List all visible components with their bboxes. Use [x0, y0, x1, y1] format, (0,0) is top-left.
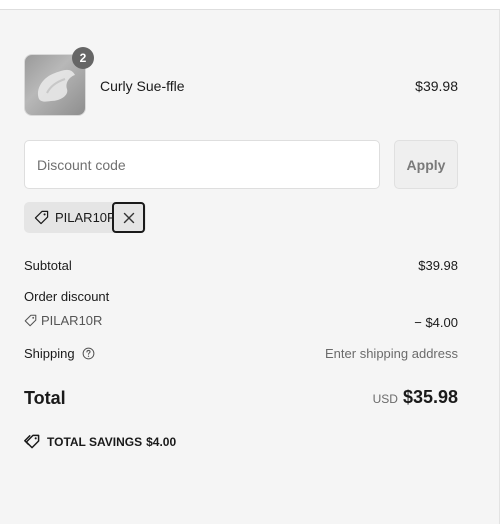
subtotal-value: $39.98 [418, 258, 458, 273]
savings-label: TOTAL SAVINGS [47, 435, 143, 449]
remove-discount-button[interactable] [112, 202, 145, 233]
shipping-label-row: Shipping [24, 346, 95, 361]
order-discount-amount: − $4.00 [414, 315, 458, 330]
total-label: Total [24, 388, 66, 408]
shipping-label: Shipping [24, 346, 75, 361]
discount-code-input[interactable] [24, 140, 380, 189]
line-item: 2 Curly Sue-ffle $39.98 [24, 47, 458, 116]
order-discount-label: Order discount [24, 289, 110, 304]
product-name: Curly Sue-ffle [100, 78, 185, 94]
tag-icon [24, 314, 37, 327]
order-discount-code-text: PILAR10R [41, 313, 103, 328]
apply-discount-button[interactable]: Apply [394, 140, 458, 189]
help-circle-icon[interactable] [82, 347, 95, 360]
currency-code: USD [372, 392, 398, 406]
quantity-badge: 2 [72, 47, 94, 69]
order-discount-code: PILAR10R [24, 313, 102, 328]
tag-icon [34, 210, 49, 230]
applied-discount-chip: PILAR10R [24, 202, 146, 233]
total-savings: TOTAL SAVINGS $4.00 [24, 434, 180, 449]
header-strip [0, 0, 500, 10]
subtotal-label: Subtotal [24, 258, 72, 273]
close-icon [123, 212, 135, 224]
shipping-value: Enter shipping address [325, 346, 458, 361]
total-amount: $35.98 [402, 387, 458, 407]
double-tag-icon [24, 434, 40, 449]
product-price: $39.98 [415, 78, 458, 94]
total-amount-group: USD $35.98 [373, 387, 458, 408]
savings-value: $4.00 [146, 435, 177, 449]
